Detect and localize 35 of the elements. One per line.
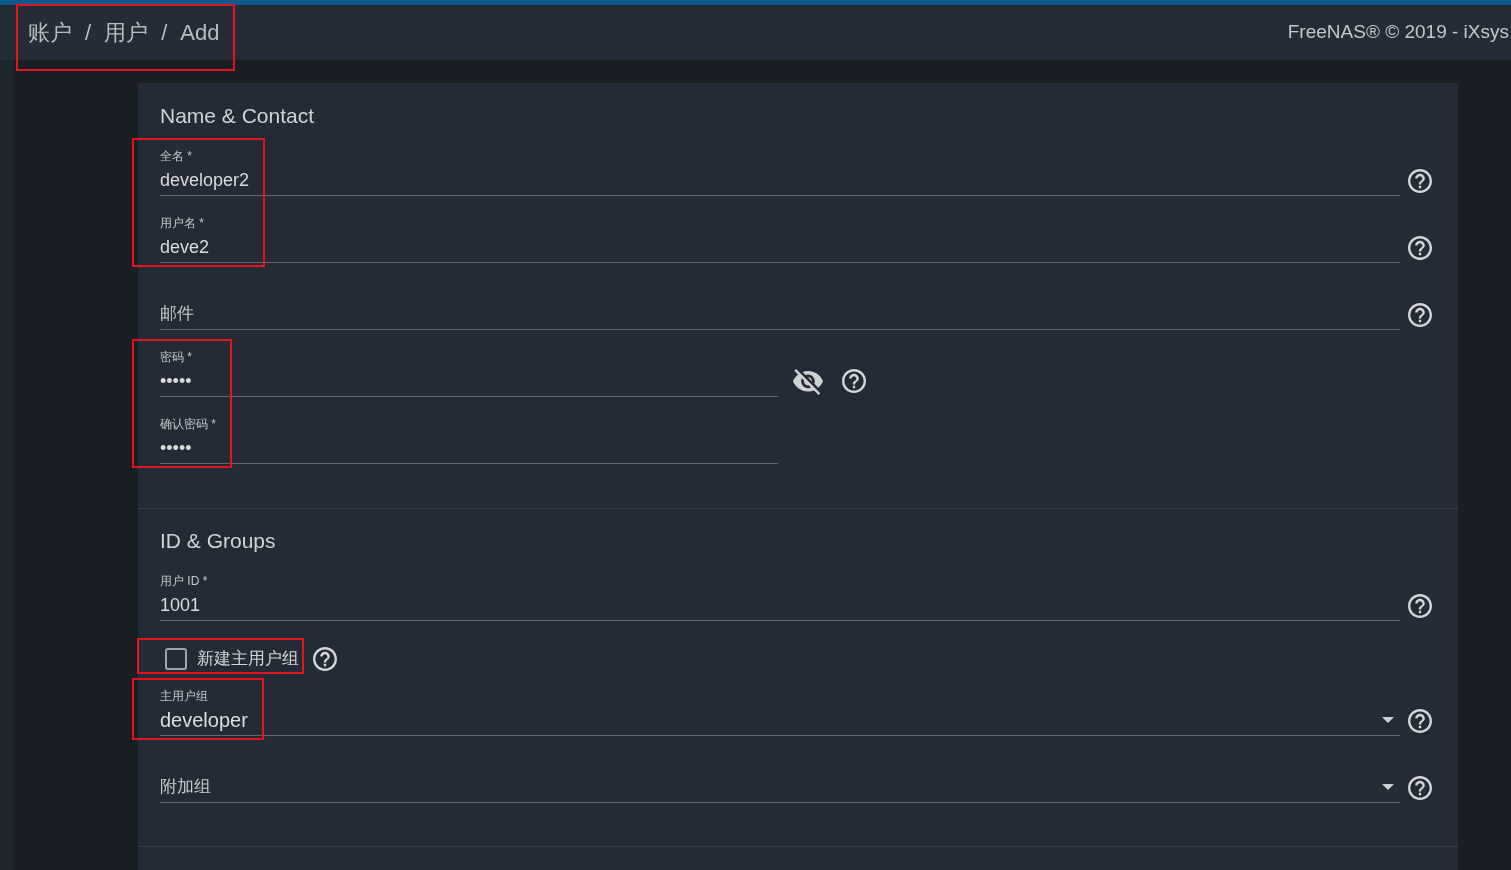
breadcrumb-link[interactable]: 用户 [104, 17, 149, 48]
breadcrumb-link[interactable]: 账户 [28, 17, 72, 48]
help-icon[interactable] [1408, 709, 1432, 733]
field-label: 用户名 * [160, 215, 204, 231]
text-field[interactable]: deve2 [160, 235, 1400, 263]
help-icon[interactable] [842, 369, 866, 393]
breadcrumb-current: Add [180, 18, 220, 47]
text-field[interactable]: 1001 [160, 593, 1400, 621]
help-icon[interactable] [1408, 169, 1432, 193]
section-title: ID & Groups [160, 528, 277, 554]
select-field[interactable]: 附加组 [160, 775, 1400, 803]
text-field[interactable]: developer2 [160, 168, 1400, 196]
caret-down-icon [1382, 784, 1394, 790]
text-field[interactable]: 邮件 [160, 302, 1400, 330]
breadcrumb-separator: / [161, 18, 168, 47]
password-field[interactable]: ••••• [160, 369, 778, 397]
field-label: 主用户组 [160, 688, 208, 704]
password-field[interactable]: ••••• [160, 436, 778, 464]
copyright-text: FreeNAS® © 2019 - iXsys [1287, 20, 1510, 45]
checkbox[interactable] [165, 648, 187, 670]
help-icon[interactable] [1408, 776, 1432, 800]
checkbox-label[interactable]: 新建主用户组 [197, 648, 299, 670]
field-label: 密码 * [160, 349, 192, 365]
field-label: 全名 * [160, 148, 192, 164]
eye-slash-icon[interactable] [793, 369, 823, 395]
help-icon[interactable] [1408, 303, 1432, 327]
select-field[interactable]: developer [160, 708, 1400, 736]
field-label: 确认密码 * [160, 416, 216, 432]
section-title: Name & Contact [160, 103, 316, 129]
help-icon[interactable] [1408, 236, 1432, 260]
help-icon[interactable] [1408, 594, 1432, 618]
help-icon[interactable] [313, 647, 337, 671]
field-label: 用户 ID * [160, 573, 208, 589]
breadcrumb-separator: / [85, 18, 92, 47]
caret-down-icon [1382, 717, 1394, 723]
